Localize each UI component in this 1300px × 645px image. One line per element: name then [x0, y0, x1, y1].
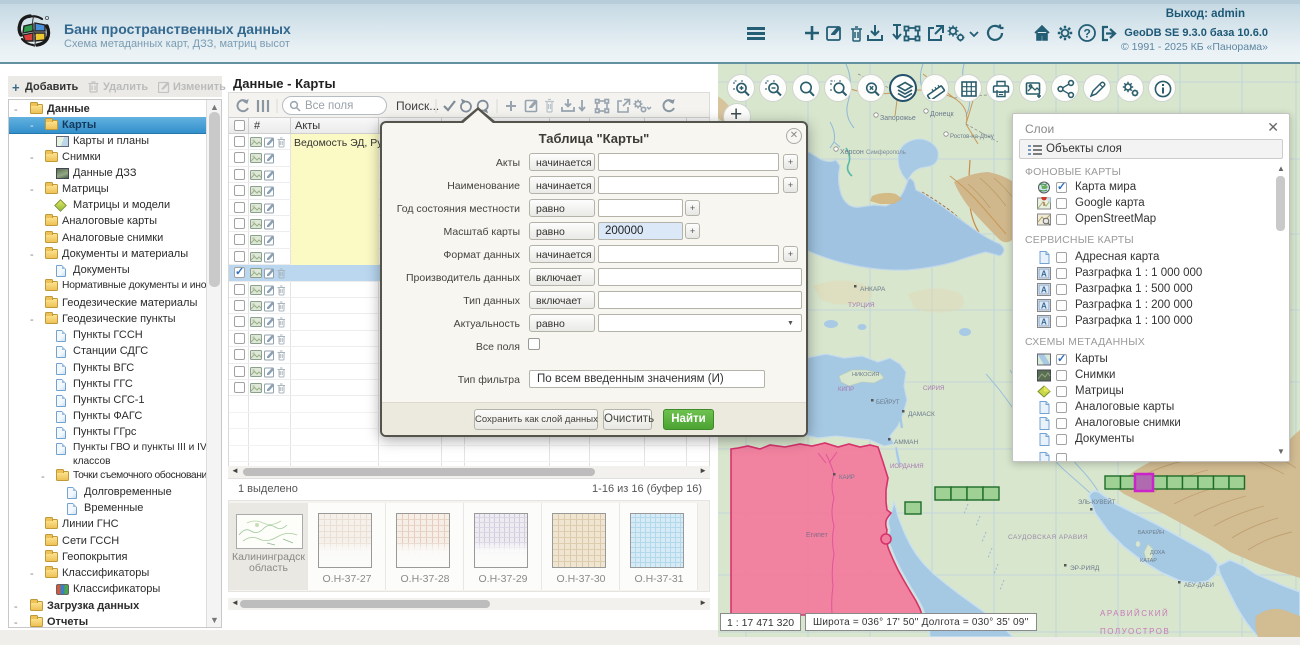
svg-text:A: A [1041, 270, 1047, 279]
svg-text:САУДОВСКАЯ АРАВИЯ: САУДОВСКАЯ АРАВИЯ [1008, 534, 1088, 541]
svg-text:КИПР: КИПР [838, 387, 854, 393]
svg-text:АНКАРА: АНКАРА [860, 286, 886, 293]
svg-text:?: ? [1084, 27, 1091, 41]
svg-text:ДОХА: ДОХА [1150, 550, 1165, 556]
svg-text:БЕЙРУТ: БЕЙРУТ [876, 398, 900, 406]
svg-text:АБУ-ДАБИ: АБУ-ДАБИ [1184, 583, 1214, 589]
svg-text:Ростов-на-Дону: Ростов-на-Дону [950, 134, 994, 140]
svg-text:A: A [1041, 286, 1047, 295]
svg-text:АРАВИЙСКИЙ: АРАВИЙСКИЙ [1100, 609, 1169, 618]
svg-text:Симферополь: Симферополь [866, 150, 906, 156]
svg-text:НИКОСИЯ: НИКОСИЯ [852, 372, 879, 378]
svg-text:ДАМАСК: ДАМАСК [908, 411, 935, 418]
svg-text:ИОРДАНИЯ: ИОРДАНИЯ [890, 464, 924, 470]
svg-text:ЭР-РИЯД: ЭР-РИЯД [1070, 565, 1100, 572]
svg-text:БАХРЕЙН: БАХРЕЙН [1138, 528, 1164, 536]
svg-text:Запорожье: Запорожье [880, 115, 916, 122]
svg-text:ЭЛЬ-КУВЕЙТ: ЭЛЬ-КУВЕЙТ [1078, 498, 1116, 506]
svg-text:Донецк: Донецк [930, 111, 954, 118]
svg-text:ПОЛУОСТРОВ: ПОЛУОСТРОВ [1100, 627, 1170, 636]
svg-text:ТУРЦИЯ: ТУРЦИЯ [848, 302, 875, 309]
svg-text:A: A [1041, 302, 1047, 311]
svg-text:СИРИЯ: СИРИЯ [923, 386, 944, 392]
svg-text:Египет: Египет [806, 532, 829, 539]
svg-text:КАТАР: КАТАР [1140, 558, 1157, 564]
svg-text:КАИР: КАИР [839, 475, 855, 481]
svg-text:Херсон: Херсон [840, 149, 864, 156]
svg-text:A: A [1041, 318, 1047, 327]
svg-text:АММАН: АММАН [894, 439, 919, 446]
